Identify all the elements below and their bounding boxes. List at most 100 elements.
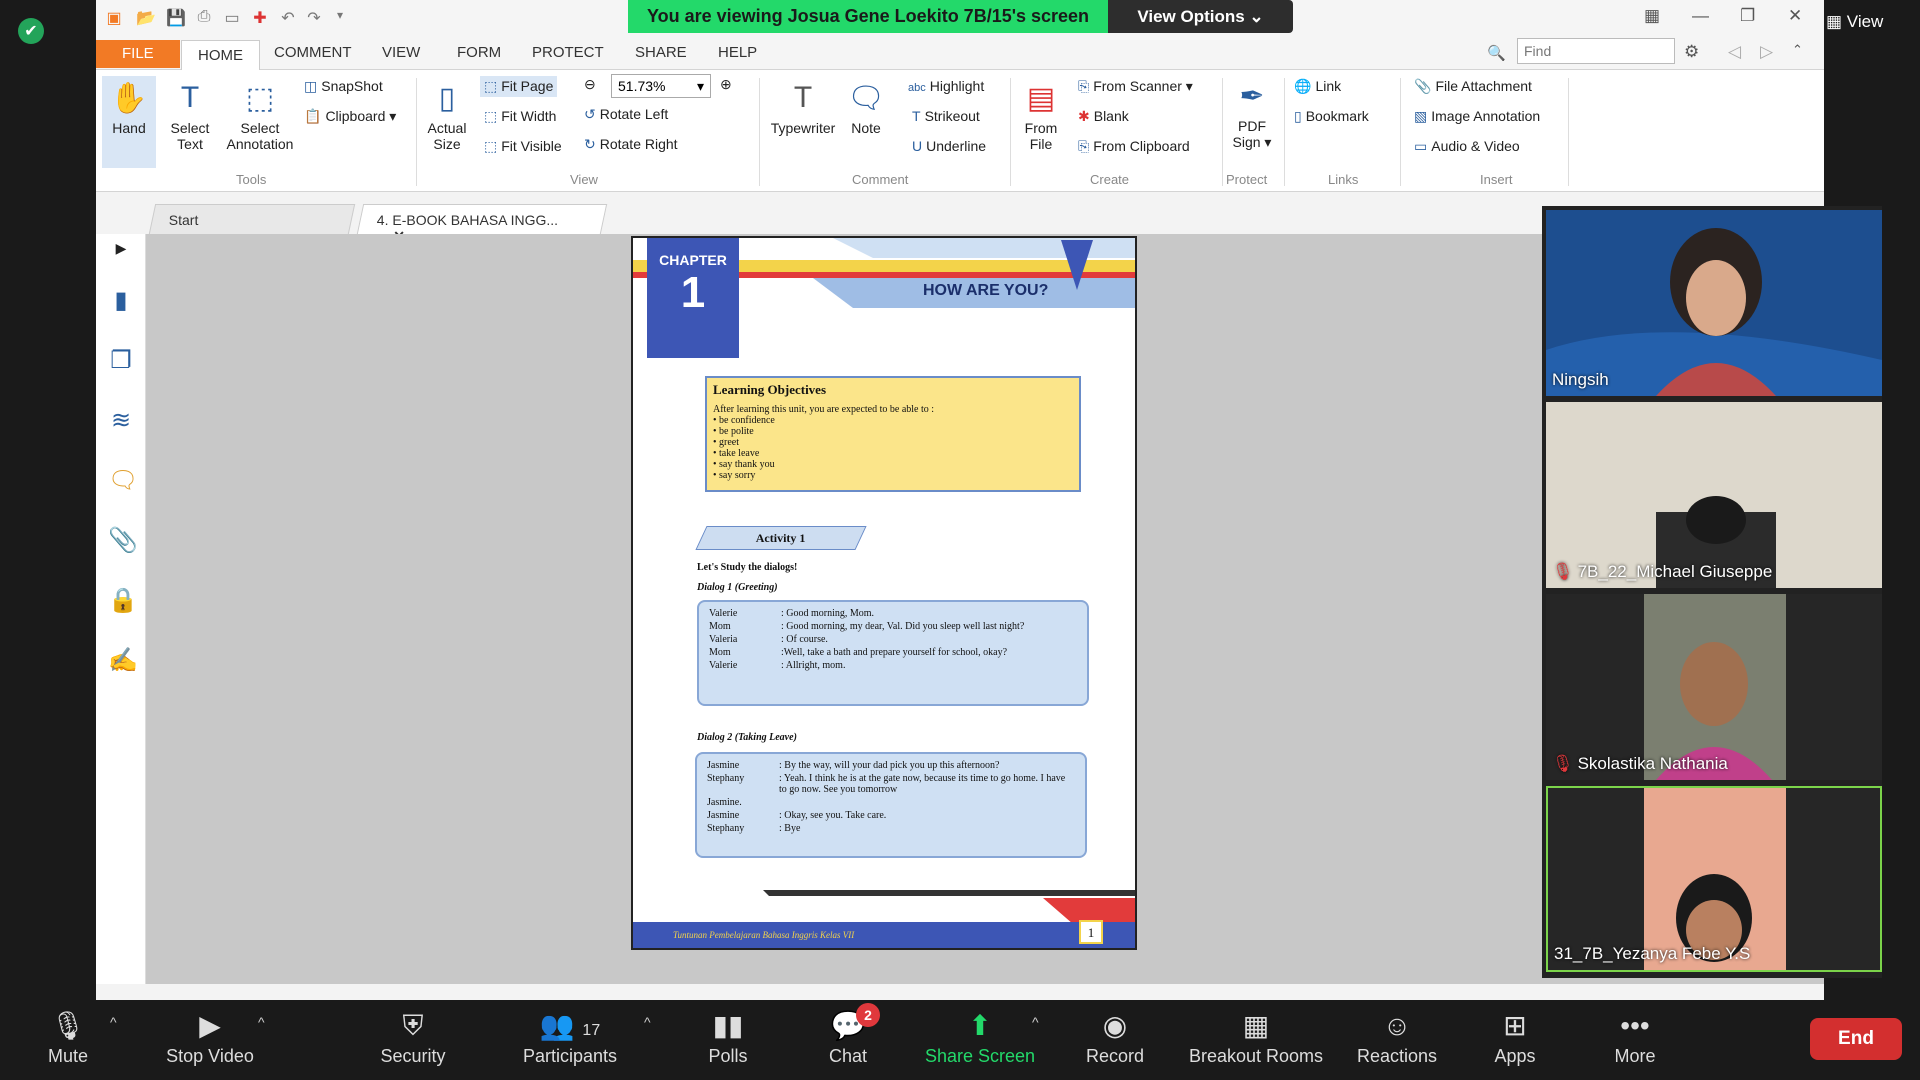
customize-icon[interactable]: ▾ [330, 8, 350, 28]
audio-options-caret[interactable]: ^ [110, 1014, 117, 1030]
tab-protect[interactable]: PROTECT [532, 44, 604, 61]
collapse-ribbon-icon[interactable]: ⌃ [1792, 42, 1803, 58]
reactions-button[interactable]: ☺ Reactions [1354, 1006, 1440, 1067]
clipboard-button[interactable]: 📋 Clipboard ▾ [304, 108, 396, 125]
end-meeting-button[interactable]: End [1810, 1018, 1902, 1060]
tab-help[interactable]: HELP [718, 44, 757, 61]
pdf-page[interactable]: CHAPTER 1 HOW ARE YOU? Learning Objectiv… [631, 236, 1137, 950]
typewriter-button[interactable]: T Typewriter [766, 80, 840, 136]
more-label: More [1614, 1046, 1656, 1066]
participants-button[interactable]: 👥 17 Participants [520, 1006, 620, 1067]
apps-button[interactable]: ⊞ Apps [1490, 1006, 1540, 1067]
dialog2-box: Jasmine: By the way, will your dad pick … [695, 752, 1087, 858]
security-panel-icon[interactable]: 🔒 [108, 586, 138, 614]
mute-button[interactable]: 🎙 Mute [38, 1006, 98, 1067]
from-file-button[interactable]: ▤ From File [1016, 80, 1066, 153]
polls-button[interactable]: ▮▮ Polls [700, 1006, 756, 1067]
from-clipboard-button[interactable]: ⎘ From Clipboard [1078, 138, 1190, 155]
hand-tool-button[interactable]: ✋ Hand [102, 76, 156, 168]
signature-panel-icon[interactable]: ✍ [108, 646, 138, 674]
stamp-icon[interactable]: ✚ [250, 8, 270, 28]
select-text-button[interactable]: T Select Text [162, 80, 218, 152]
security-button[interactable]: ⛨ Security [378, 1006, 448, 1067]
strikeout-button[interactable]: T Strikeout [912, 108, 980, 124]
blank-button[interactable]: ✱ Blank [1078, 108, 1129, 125]
rotate-right-button[interactable]: ↻ Rotate Right [584, 136, 678, 153]
lo-item: • greet [713, 437, 740, 448]
zoom-select[interactable]: 51.73% ▾ [611, 74, 711, 98]
audio-video-button[interactable]: ▭ Audio & Video [1414, 138, 1520, 155]
find-icon[interactable]: 🔍 [1487, 44, 1506, 62]
highlight-button[interactable]: abc Highlight [908, 78, 984, 94]
close-window-icon[interactable]: ✕ [1788, 6, 1802, 26]
tab-share[interactable]: SHARE [635, 44, 687, 61]
save-icon[interactable]: 💾 [166, 8, 186, 28]
redo-icon[interactable]: ↷ [304, 8, 324, 28]
link-button[interactable]: 🌐 Link [1294, 78, 1341, 95]
tab-view[interactable]: VIEW [382, 44, 420, 61]
participant-tile[interactable]: Ningsih [1546, 210, 1882, 396]
from-scanner-button[interactable]: ⎘ From Scanner ▾ [1078, 78, 1193, 95]
zoom-in-icon[interactable]: ⊕ [720, 76, 732, 93]
bookmark-button[interactable]: ▯ Bookmark [1294, 108, 1369, 125]
participant-tile[interactable]: 🎙 7B_22_Michael Giuseppe [1546, 402, 1882, 588]
participants-caret[interactable]: ^ [644, 1014, 651, 1030]
study-heading: Let's Study the dialogs! [697, 562, 798, 573]
scan-icon[interactable]: ▭ [222, 8, 242, 28]
record-button[interactable]: ◉ Record [1080, 1006, 1150, 1067]
attachments-panel-icon[interactable]: 📎 [108, 526, 138, 554]
participant-gallery: Ningsih 🎙 7B_22_Michael Giuseppe 🎙 Skolast… [1542, 206, 1882, 978]
pages-panel-icon[interactable]: ❐ [108, 346, 134, 374]
open-icon[interactable]: 📂 [136, 8, 156, 28]
more-button[interactable]: ••• More [1610, 1006, 1660, 1067]
fit-visible-button[interactable]: ⬚ Fit Visible [484, 138, 562, 155]
layers-panel-icon[interactable]: ≋ [108, 406, 134, 434]
find-input[interactable]: Find [1517, 38, 1675, 64]
view-button[interactable]: ▦ View [1826, 12, 1883, 32]
more-icon: ••• [1620, 1010, 1650, 1041]
comments-panel-icon[interactable]: 🗨 [108, 466, 138, 494]
shield-icon[interactable]: ✔ [18, 18, 44, 44]
underline-button[interactable]: U Underline [912, 138, 986, 154]
actual-size-button[interactable]: ▯ Actual Size [422, 80, 472, 153]
image-annotation-button[interactable]: ▧ Image Annotation [1414, 108, 1540, 125]
print-icon[interactable]: ⎙ [194, 8, 214, 28]
tab-start[interactable]: Start [148, 204, 356, 234]
breakout-rooms-button[interactable]: ▦ Breakout Rooms [1184, 1006, 1328, 1067]
next-icon[interactable]: ▷ [1760, 42, 1773, 62]
restore-icon[interactable]: ❐ [1740, 6, 1755, 26]
layout-icon[interactable]: ▦ [1644, 6, 1660, 26]
zoom-out-icon[interactable]: ⊖ [584, 76, 596, 93]
stop-video-button[interactable]: ▶ Stop Video [160, 1006, 260, 1067]
undo-icon[interactable]: ↶ [278, 8, 298, 28]
fit-page-button[interactable]: ⬚ Fit Page [480, 76, 558, 97]
video-options-caret[interactable]: ^ [258, 1014, 265, 1030]
note-label: Note [851, 120, 881, 136]
pdf-sign-button[interactable]: ✒ PDF Sign ▾ [1228, 78, 1276, 151]
rotate-left-button[interactable]: ↺ Rotate Left [584, 106, 668, 123]
settings-icon[interactable]: ⚙ [1684, 42, 1699, 62]
share-screen-button[interactable]: ⬆ Share Screen [920, 1006, 1040, 1067]
snapshot-button[interactable]: ◫ SnapShot [304, 78, 383, 95]
lo-item: • be confidence [713, 415, 775, 426]
participant-tile-active[interactable]: 31_7B_Yezanya Febe Y.S [1546, 786, 1882, 972]
bookmarks-panel-icon[interactable]: ▮ [108, 286, 134, 314]
view-options-button[interactable]: View Options ⌄ [1108, 0, 1293, 33]
fit-width-button[interactable]: ⬚ Fit Width [484, 108, 556, 125]
tab-comment[interactable]: COMMENT [274, 44, 352, 61]
tab-file[interactable]: FILE [96, 40, 180, 68]
prev-icon[interactable]: ◁ [1728, 42, 1741, 62]
participant-tile[interactable]: 🎙 Skolastika Nathania [1546, 594, 1882, 780]
expand-panel-icon[interactable]: ▶ [108, 240, 134, 266]
underline-icon: U [912, 138, 923, 154]
select-annotation-button[interactable]: ⬚ Select Annotation [218, 80, 302, 153]
minimize-icon[interactable]: — [1692, 6, 1709, 26]
tab-ebook[interactable]: 4. E-BOOK BAHASA INGG...✕ [356, 204, 608, 244]
file-attachment-button[interactable]: 📎 File Attachment [1414, 78, 1532, 95]
fit-visible-icon: ⬚ [484, 138, 498, 154]
tab-home[interactable]: HOME [181, 40, 260, 71]
note-button[interactable]: 🗨 Note [844, 80, 888, 137]
chapter-label: CHAPTER [659, 252, 727, 268]
tab-form[interactable]: FORM [457, 44, 501, 61]
share-options-caret[interactable]: ^ [1032, 1014, 1039, 1030]
